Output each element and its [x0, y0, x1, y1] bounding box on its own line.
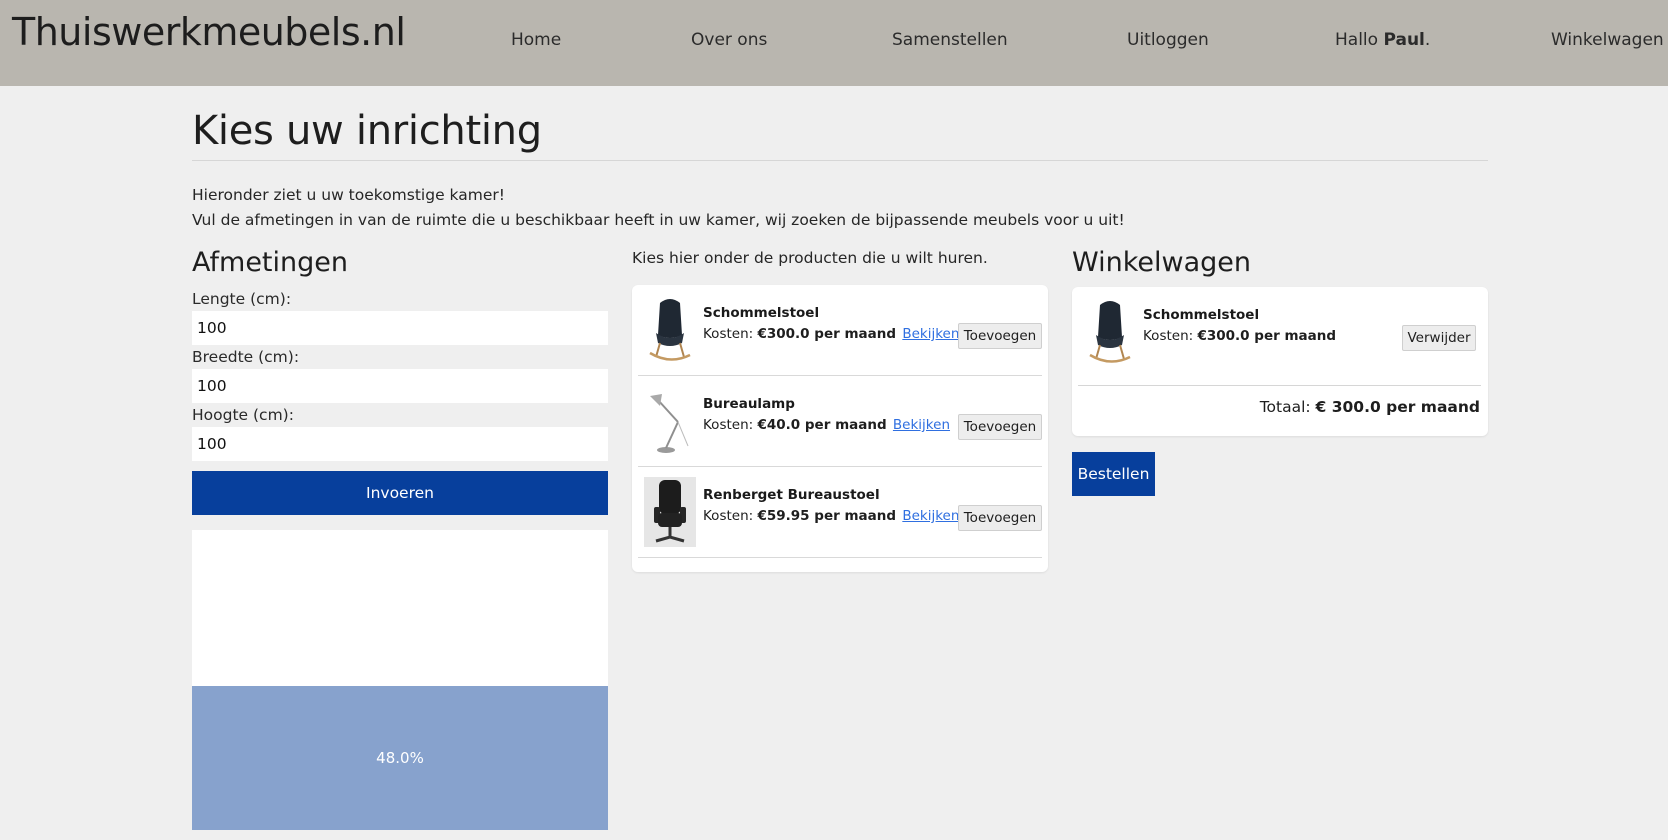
product-name: Renberget Bureaustoel — [703, 487, 880, 503]
intro-line-2: Vul de afmetingen in van de ruimte die u… — [192, 211, 1125, 229]
desk-lamp-icon — [650, 394, 689, 453]
nav-greeting[interactable]: Hallo Paul. — [1335, 30, 1430, 50]
page-title: Kies uw inrichting — [192, 108, 542, 154]
product-item: Renberget Bureaustoel Kosten: €59.95 per… — [638, 467, 1042, 558]
product-cost: Kosten: €300.0 per maand Bekijken — [703, 326, 959, 342]
cart-panel: Schommelstoel Kosten: €300.0 per maand V… — [1072, 287, 1488, 436]
cost-label: Kosten: — [703, 508, 754, 524]
cart-item-price: €300.0 per maand — [1197, 328, 1337, 344]
cart-heading: Winkelwagen — [1072, 247, 1251, 278]
width-input[interactable] — [192, 369, 608, 403]
top-navbar: Thuiswerkmeubels.nl Home Over ons Samens… — [0, 0, 1668, 86]
cart-item-name: Schommelstoel — [1143, 307, 1260, 323]
add-to-cart-button[interactable]: Toevoegen — [958, 414, 1042, 440]
cart-divider — [1078, 385, 1481, 386]
cost-label: Kosten: — [703, 417, 754, 433]
rocking-chair-icon — [649, 299, 691, 361]
cost-label: Kosten: — [1143, 328, 1194, 344]
nav-about-link[interactable]: Over ons — [691, 30, 767, 50]
title-divider — [192, 160, 1488, 161]
cart-item-cost: Kosten: €300.0 per maand — [1143, 328, 1336, 344]
room-fill-percentage: 48.0% — [376, 749, 424, 767]
rocking-chair-icon — [1089, 301, 1131, 363]
cart-total: Totaal: € 300.0 per maand — [1260, 398, 1480, 416]
nav-logout-link[interactable]: Uitloggen — [1127, 30, 1209, 50]
product-item: Bureaulamp Kosten: €40.0 per maand Bekij… — [638, 376, 1042, 467]
cost-label: Kosten: — [703, 326, 754, 342]
total-label: Totaal: — [1259, 398, 1311, 416]
product-name: Schommelstoel — [703, 305, 820, 321]
add-to-cart-button[interactable]: Toevoegen — [958, 505, 1042, 531]
intro-line-1: Hieronder ziet u uw toekomstige kamer! — [192, 186, 505, 204]
total-value: € 300.0 per maand — [1315, 398, 1480, 416]
submit-dimensions-button[interactable]: Invoeren — [192, 471, 608, 515]
add-to-cart-button[interactable]: Toevoegen — [958, 323, 1042, 349]
intro-text: Hieronder ziet u uw toekomstige kamer! V… — [192, 183, 1125, 233]
height-label: Hoogte (cm): — [192, 406, 294, 424]
dimensions-heading: Afmetingen — [192, 247, 348, 278]
product-name: Bureaulamp — [703, 396, 795, 412]
product-item: Schommelstoel Kosten: €300.0 per maand B… — [638, 285, 1042, 376]
user-name: Paul — [1383, 30, 1425, 50]
product-price: €59.95 per maand — [757, 508, 897, 524]
room-visualization: 48.0% — [192, 530, 608, 830]
nav-compose-link[interactable]: Samenstellen — [892, 30, 1008, 50]
product-list: Schommelstoel Kosten: €300.0 per maand B… — [632, 285, 1048, 572]
nav-home-link[interactable]: Home — [511, 30, 561, 50]
view-product-link[interactable]: Bekijken — [893, 417, 950, 433]
width-label: Breedte (cm): — [192, 348, 300, 366]
product-price: €40.0 per maand — [757, 417, 887, 433]
product-cost: Kosten: €40.0 per maand Bekijken — [703, 417, 950, 433]
view-product-link[interactable]: Bekijken — [902, 508, 959, 524]
cart-item: Schommelstoel Kosten: €300.0 per maand V… — [1078, 287, 1482, 385]
greeting-prefix: Hallo — [1335, 30, 1379, 50]
order-button[interactable]: Bestellen — [1072, 452, 1155, 496]
site-logo[interactable]: Thuiswerkmeubels.nl — [12, 10, 406, 54]
office-chair-icon — [644, 477, 696, 547]
length-label: Lengte (cm): — [192, 290, 292, 308]
view-product-link[interactable]: Bekijken — [902, 326, 959, 342]
remove-from-cart-button[interactable]: Verwijder — [1402, 325, 1476, 351]
greeting-suffix: . — [1424, 30, 1431, 50]
height-input[interactable] — [192, 427, 608, 461]
product-price: €300.0 per maand — [757, 326, 897, 342]
products-hint: Kies hier onder de producten die u wilt … — [632, 249, 988, 267]
product-cost: Kosten: €59.95 per maand Bekijken — [703, 508, 959, 524]
nav-cart-link[interactable]: Winkelwagen — [1551, 30, 1664, 50]
length-input[interactable] — [192, 311, 608, 345]
room-fill-bar: 48.0% — [192, 686, 608, 830]
